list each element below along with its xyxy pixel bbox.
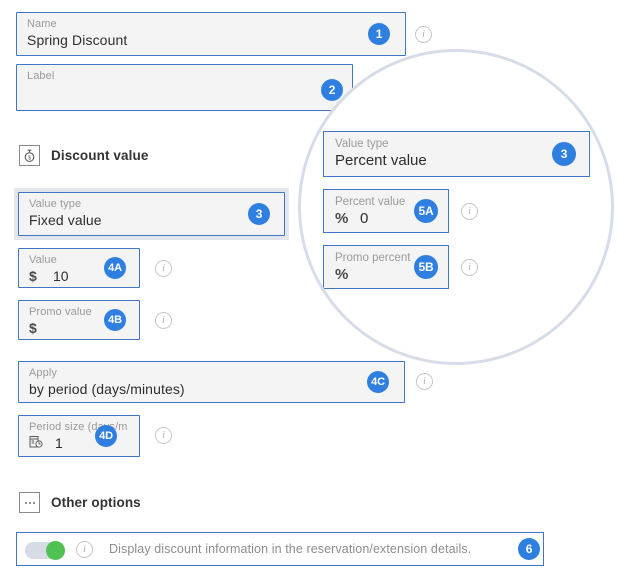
value-type-field-label: Value type bbox=[29, 198, 82, 210]
display-discount-info-row[interactable]: i Display discount information in the re… bbox=[16, 532, 544, 566]
toggle-knob bbox=[46, 541, 65, 560]
magnified-promo-percent-symbol: % bbox=[335, 266, 349, 283]
value-field-value: 10 bbox=[53, 268, 69, 284]
badge-3: 3 bbox=[248, 203, 270, 225]
magnifier-lens: Value type Percent value 3 Percent value… bbox=[298, 49, 614, 365]
badge-1: 1 bbox=[368, 23, 390, 45]
value-field-info-icon[interactable]: i bbox=[155, 260, 172, 277]
badge-4c: 4C bbox=[367, 371, 389, 393]
apply-field-value: by period (days/minutes) bbox=[29, 381, 185, 397]
badge-4a: 4A bbox=[104, 257, 126, 279]
svg-text:$: $ bbox=[28, 155, 31, 161]
label-field-label: Label bbox=[27, 70, 55, 82]
value-type-field[interactable]: Value type Fixed value bbox=[18, 192, 285, 236]
apply-field-label: Apply bbox=[29, 367, 58, 379]
name-field-label: Name bbox=[27, 18, 57, 30]
display-discount-info-icon[interactable]: i bbox=[76, 541, 93, 558]
period-size-field-value: 1 bbox=[55, 435, 63, 451]
other-options-section-header: Other options bbox=[19, 492, 141, 513]
name-field[interactable]: Name Spring Discount bbox=[16, 12, 406, 56]
magnified-percent-value-label: Percent value bbox=[335, 196, 406, 208]
magnified-badge-3: 3 bbox=[552, 142, 576, 166]
magnified-promo-percent-info-icon[interactable]: i bbox=[461, 259, 478, 276]
magnified-badge-5b: 5B bbox=[414, 255, 438, 279]
magnified-value-type-label: Value type bbox=[335, 138, 389, 150]
magnified-promo-percent-label: Promo percent bbox=[335, 252, 411, 264]
magnified-value-type-value: Percent value bbox=[335, 152, 427, 169]
display-discount-info-toggle[interactable] bbox=[25, 541, 65, 560]
promo-value-field-currency-symbol: $ bbox=[29, 320, 37, 336]
badge-6: 6 bbox=[518, 538, 540, 560]
ellipsis-box-icon bbox=[19, 492, 40, 513]
promo-value-field-label: Promo value bbox=[29, 306, 92, 318]
badge-2: 2 bbox=[321, 79, 343, 101]
value-field-label: Value bbox=[29, 254, 57, 266]
discount-settings-form: Name Spring Discount 1 i Label 2 $ Disco… bbox=[0, 0, 640, 576]
value-field-currency-symbol: $ bbox=[29, 268, 37, 284]
magnified-badge-5a: 5A bbox=[414, 199, 438, 223]
magnified-percent-value-symbol: % bbox=[335, 210, 349, 227]
discount-value-section-title: Discount value bbox=[51, 148, 149, 163]
magnified-percent-value-value: 0 bbox=[360, 210, 369, 227]
display-discount-info-label: Display discount information in the rese… bbox=[109, 542, 472, 556]
ellipsis-dots bbox=[24, 501, 35, 504]
value-type-field-value: Fixed value bbox=[29, 212, 102, 228]
other-options-section-title: Other options bbox=[51, 495, 141, 510]
apply-field-info-icon[interactable]: i bbox=[416, 373, 433, 390]
period-size-field-info-icon[interactable]: i bbox=[155, 427, 172, 444]
name-field-info-icon[interactable]: i bbox=[415, 26, 432, 43]
badge-4b: 4B bbox=[104, 309, 126, 331]
name-field-value: Spring Discount bbox=[27, 32, 128, 48]
apply-field[interactable]: Apply by period (days/minutes) bbox=[18, 361, 405, 403]
badge-4d: 4D bbox=[95, 425, 117, 447]
magnified-value-type-field[interactable]: Value type Percent value bbox=[323, 131, 590, 177]
calendar-clock-icon bbox=[29, 435, 43, 449]
promo-value-field-info-icon[interactable]: i bbox=[155, 312, 172, 329]
period-size-field[interactable]: Period size (days/m 1 bbox=[18, 415, 140, 457]
discount-tag-icon: $ bbox=[19, 145, 40, 166]
discount-value-section-header: $ Discount value bbox=[19, 145, 148, 166]
magnified-percent-value-info-icon[interactable]: i bbox=[461, 203, 478, 220]
